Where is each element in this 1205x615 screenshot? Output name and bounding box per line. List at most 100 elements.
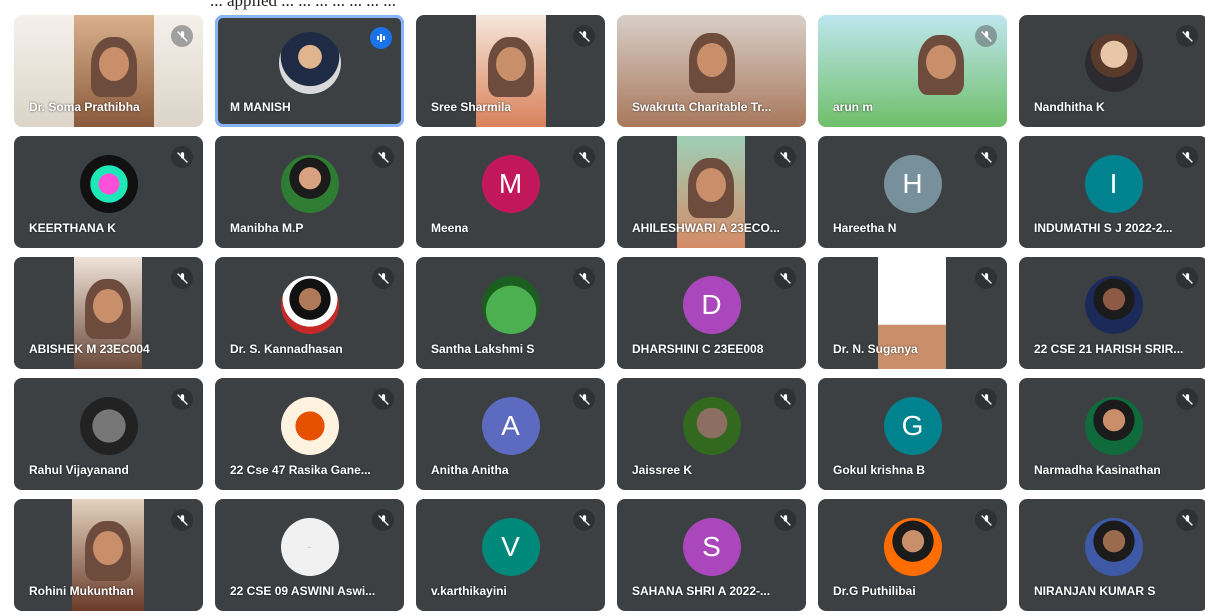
participant-name: Gokul krishna B bbox=[833, 463, 926, 477]
mic-off-icon bbox=[171, 146, 193, 168]
participant-tile[interactable]: NIRANJAN KUMAR S bbox=[1019, 499, 1205, 611]
participant-tile[interactable]: H Hareetha N bbox=[818, 136, 1007, 248]
participant-name: 22 Cse 47 Rasika Gane... bbox=[230, 463, 371, 477]
participant-name: Meena bbox=[431, 221, 469, 235]
mic-off-icon bbox=[171, 25, 193, 47]
participant-tile[interactable]: Narmadha Kasinathan bbox=[1019, 378, 1205, 490]
mic-off-icon bbox=[573, 267, 595, 289]
audio-level-icon bbox=[370, 27, 392, 49]
participant-name: Hareetha N bbox=[833, 221, 897, 235]
participant-name: Swakruta Charitable Tr... bbox=[632, 100, 772, 114]
participant-name: Sree Sharmila bbox=[431, 100, 512, 114]
participant-tile[interactable]: A Anitha Anitha bbox=[416, 378, 605, 490]
participant-tile[interactable]: 22 CSE 21 HARISH SRIR... bbox=[1019, 257, 1205, 369]
participant-photo bbox=[280, 397, 339, 456]
participant-name: ABISHEK M 23EC004 bbox=[29, 342, 150, 356]
participant-tile[interactable]: Manibha M.P bbox=[215, 136, 404, 248]
participant-photo bbox=[1084, 518, 1143, 577]
participant-avatar: A bbox=[481, 397, 540, 456]
mic-off-icon bbox=[1176, 146, 1198, 168]
mic-off-icon bbox=[774, 267, 796, 289]
mic-off-icon bbox=[975, 25, 997, 47]
participant-tile[interactable]: ABISHEK M 23EC004 bbox=[14, 257, 203, 369]
participant-tile[interactable]: I INDUMATHI S J 2022-2... bbox=[1019, 136, 1205, 248]
participant-photo bbox=[280, 276, 339, 335]
participant-avatar: I bbox=[1084, 155, 1143, 214]
participant-photo bbox=[1084, 276, 1143, 335]
participant-name: Manibha M.P bbox=[230, 221, 304, 235]
mic-off-icon bbox=[372, 509, 394, 531]
participant-photo bbox=[79, 397, 138, 456]
person-silhouette bbox=[688, 33, 735, 93]
participant-tile[interactable]: Sree Sharmila bbox=[416, 15, 605, 127]
participant-tile[interactable]: S SAHANA SHRI A 2022-... bbox=[617, 499, 806, 611]
participant-tile[interactable]: M Meena bbox=[416, 136, 605, 248]
participant-name: INDUMATHI S J 2022-2... bbox=[1034, 221, 1173, 235]
participant-photo bbox=[1084, 34, 1143, 93]
participant-name: M MANISH bbox=[230, 100, 291, 114]
mic-off-icon bbox=[774, 146, 796, 168]
participant-grid: Dr. Soma Prathibha M MANISH Sree Sharmil… bbox=[14, 15, 1205, 615]
participant-name: arun m bbox=[833, 100, 874, 114]
mic-off-icon bbox=[774, 388, 796, 410]
person-silhouette bbox=[488, 37, 534, 97]
participant-tile[interactable]: Nandhitha K bbox=[1019, 15, 1205, 127]
participant-name: NIRANJAN KUMAR S bbox=[1034, 584, 1156, 598]
participant-photo bbox=[682, 397, 741, 456]
participant-tile[interactable]: Dr. N. Suganya bbox=[818, 257, 1007, 369]
participant-tile[interactable]: Dr.G Puthilibai bbox=[818, 499, 1007, 611]
mic-off-icon bbox=[372, 267, 394, 289]
person-silhouette bbox=[85, 279, 131, 339]
participant-name: Santha Lakshmi S bbox=[431, 342, 535, 356]
participant-name: Dr. N. Suganya bbox=[833, 342, 918, 356]
participant-photo bbox=[79, 155, 138, 214]
mic-off-icon bbox=[573, 388, 595, 410]
participant-photo bbox=[883, 518, 942, 577]
participant-tile[interactable]: ... 22 CSE 09 ASWINI Aswi... bbox=[215, 499, 404, 611]
person-silhouette bbox=[91, 37, 137, 97]
participant-tile[interactable]: KEERTHANA K bbox=[14, 136, 203, 248]
mic-off-icon bbox=[372, 146, 394, 168]
participant-tile[interactable]: Swakruta Charitable Tr... bbox=[617, 15, 806, 127]
participant-name: KEERTHANA K bbox=[29, 221, 116, 235]
participant-tile[interactable]: 22 Cse 47 Rasika Gane... bbox=[215, 378, 404, 490]
participant-tile[interactable]: arun m bbox=[818, 15, 1007, 127]
participant-avatar: D bbox=[682, 276, 741, 335]
mic-off-icon bbox=[573, 146, 595, 168]
mic-off-icon bbox=[1176, 25, 1198, 47]
participant-avatar: M bbox=[481, 155, 540, 214]
participant-name: 22 CSE 21 HARISH SRIR... bbox=[1034, 342, 1184, 356]
participant-name: SAHANA SHRI A 2022-... bbox=[632, 584, 771, 598]
caption-fragment: ... applied ... ... ... ... ... ... ... bbox=[210, 0, 397, 10]
mic-off-icon bbox=[774, 509, 796, 531]
person-silhouette bbox=[917, 35, 964, 95]
participant-photo bbox=[278, 32, 341, 95]
participant-tile[interactable]: Santha Lakshmi S bbox=[416, 257, 605, 369]
participant-name: Anitha Anitha bbox=[431, 463, 509, 477]
participant-tile[interactable]: V v.karthikayini bbox=[416, 499, 605, 611]
participant-tile[interactable]: AHILESHWARI A 23ECO... bbox=[617, 136, 806, 248]
participant-tile[interactable]: Jaissree K bbox=[617, 378, 806, 490]
participant-tile[interactable]: Rohini Mukunthan bbox=[14, 499, 203, 611]
participant-tile[interactable]: D DHARSHINI C 23EE008 bbox=[617, 257, 806, 369]
participant-tile-active[interactable]: M MANISH bbox=[215, 15, 404, 127]
participant-name: Rohini Mukunthan bbox=[29, 584, 134, 598]
mic-off-icon bbox=[975, 388, 997, 410]
participant-name: AHILESHWARI A 23ECO... bbox=[632, 221, 780, 235]
participant-tile[interactable]: Dr. S. Kannadhasan bbox=[215, 257, 404, 369]
participant-name: Narmadha Kasinathan bbox=[1034, 463, 1161, 477]
participant-tile[interactable]: G Gokul krishna B bbox=[818, 378, 1007, 490]
mic-off-icon bbox=[171, 388, 193, 410]
participant-name: Dr. S. Kannadhasan bbox=[230, 342, 343, 356]
participant-photo bbox=[481, 276, 540, 335]
mic-off-icon bbox=[171, 509, 193, 531]
participant-name: Dr.G Puthilibai bbox=[833, 584, 916, 598]
participant-name: Jaissree K bbox=[632, 463, 693, 477]
participant-photo bbox=[1084, 397, 1143, 456]
caption-strip: ... applied ... ... ... ... ... ... ... bbox=[0, 0, 1205, 12]
participant-name: 22 CSE 09 ASWINI Aswi... bbox=[230, 584, 376, 598]
participant-tile[interactable]: Dr. Soma Prathibha bbox=[14, 15, 203, 127]
participant-name: Dr. Soma Prathibha bbox=[29, 100, 140, 114]
participant-tile[interactable]: Rahul Vijayanand bbox=[14, 378, 203, 490]
mic-off-icon bbox=[1176, 509, 1198, 531]
